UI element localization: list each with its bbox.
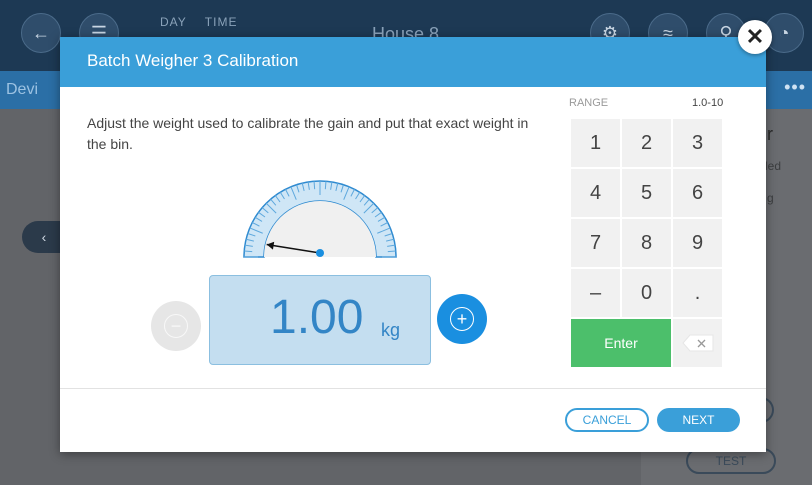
next-button[interactable]: NEXT [657,408,740,432]
minus-icon: − [164,314,188,338]
day-time-labels: DAY TIME [160,15,255,29]
gauge-tick [244,250,253,253]
calibration-dialog: Batch Weigher 3 Calibration Adjust the w… [60,37,766,452]
instruction-text: Adjust the weight used to calibrate the … [87,115,529,152]
more-icon[interactable]: ••• [784,77,806,98]
key-minus[interactable]: – [570,268,621,318]
key-5[interactable]: 5 [621,168,672,218]
day-label: DAY [160,15,187,29]
footer-divider [60,388,766,389]
weight-value-field[interactable]: 1.00 kg [209,275,431,365]
key-9[interactable]: 9 [672,218,723,268]
key-4[interactable]: 4 [570,168,621,218]
key-decimal[interactable]: . [672,268,723,318]
key-0[interactable]: 0 [621,268,672,318]
gauge-tick [313,181,316,190]
backspace-icon [681,334,713,352]
plus-icon: + [450,307,474,331]
backspace-key[interactable] [672,318,723,368]
increase-button[interactable]: + [437,294,487,344]
range-value: 1.0-10 [692,97,724,109]
key-1[interactable]: 1 [570,118,621,168]
enter-key[interactable]: Enter [570,318,672,368]
key-7[interactable]: 7 [570,218,621,268]
weight-gauge [243,180,397,258]
panel-line-1: led [765,159,782,173]
gauge-pivot [316,249,324,257]
panel-line-2: g [767,191,774,205]
gauge-tick [387,250,396,253]
weight-value: 1.00 [270,291,364,344]
weight-unit: kg [381,320,401,340]
key-6[interactable]: 6 [672,168,723,218]
range-label: RANGE [569,97,609,109]
panel-heading: r [767,124,773,144]
gauge-tick [324,181,327,190]
key-8[interactable]: 8 [621,218,672,268]
close-icon[interactable]: ✕ [738,20,772,54]
key-3[interactable]: 3 [672,118,723,168]
back-icon[interactable]: ← [21,13,61,53]
time-label: TIME [204,15,238,29]
cancel-button[interactable]: CANCEL [565,408,649,432]
decrease-button[interactable]: − [151,301,201,351]
dialog-title: Batch Weigher 3 Calibration [87,51,299,70]
devices-tab[interactable]: Devi [6,81,38,99]
dialog-header: Batch Weigher 3 Calibration [60,37,766,87]
numeric-keypad: 1 2 3 4 5 6 7 8 9 – 0 . Enter [570,118,723,368]
key-2[interactable]: 2 [621,118,672,168]
